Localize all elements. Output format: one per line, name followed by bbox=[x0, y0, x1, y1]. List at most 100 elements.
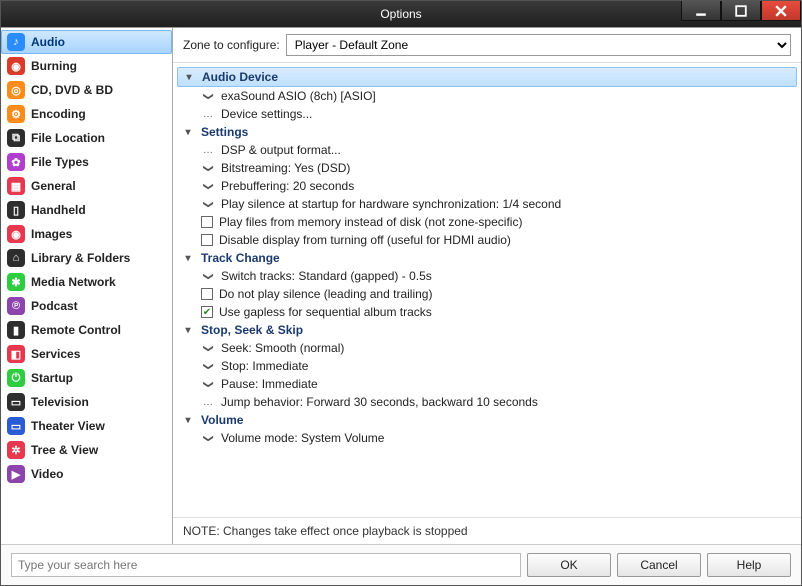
podcast-icon: ℗ bbox=[7, 297, 25, 315]
sidebar-item-label: Video bbox=[31, 467, 63, 481]
sidebar-item-label: File Location bbox=[31, 131, 105, 145]
tree-item-label: Do not play silence (leading and trailin… bbox=[219, 287, 432, 301]
chevron-down-icon: ❯ bbox=[203, 377, 214, 391]
checkbox[interactable] bbox=[201, 288, 213, 300]
search-input[interactable] bbox=[11, 553, 521, 577]
library-icon: ⌂ bbox=[7, 249, 25, 267]
sidebar-item-file-location[interactable]: ⧉File Location bbox=[1, 126, 172, 150]
ok-button[interactable]: OK bbox=[527, 553, 611, 577]
window-controls bbox=[681, 1, 801, 21]
zone-select[interactable]: Player - Default Zone bbox=[286, 34, 791, 56]
burning-icon: ◉ bbox=[7, 57, 25, 75]
section-title: Audio Device bbox=[202, 70, 278, 84]
tree-item[interactable]: …Jump behavior: Forward 30 seconds, back… bbox=[173, 393, 801, 411]
video-icon: ▶ bbox=[7, 465, 25, 483]
collapse-icon: ▾ bbox=[182, 72, 196, 83]
tree-item[interactable]: ❯Stop: Immediate bbox=[173, 357, 801, 375]
sidebar-item-burning[interactable]: ◉Burning bbox=[1, 54, 172, 78]
tree-item-label: Seek: Smooth (normal) bbox=[221, 341, 344, 355]
media-network-icon: ✱ bbox=[7, 273, 25, 291]
sidebar-item-theater-view[interactable]: ▭Theater View bbox=[1, 414, 172, 438]
chevron-down-icon: ❯ bbox=[203, 341, 214, 355]
footer: OK Cancel Help bbox=[1, 544, 801, 585]
tree-item[interactable]: ❯Volume mode: System Volume bbox=[173, 429, 801, 447]
tree-item-label: Play silence at startup for hardware syn… bbox=[221, 197, 561, 211]
sidebar-item-label: Images bbox=[31, 227, 72, 241]
tree-item[interactable]: …Device settings... bbox=[173, 105, 801, 123]
tree-item[interactable]: ❯Bitstreaming: Yes (DSD) bbox=[173, 159, 801, 177]
sidebar-item-library-folders[interactable]: ⌂ Library & Folders bbox=[1, 246, 172, 270]
handheld-icon: ▯ bbox=[7, 201, 25, 219]
section-header[interactable]: ▾ Volume bbox=[173, 411, 801, 429]
tree-item[interactable]: ❯exaSound ASIO (8ch) [ASIO] bbox=[173, 87, 801, 105]
sidebar-item-file-types[interactable]: ✿ File Types bbox=[1, 150, 172, 174]
sidebar-item-label: General bbox=[31, 179, 76, 193]
sidebar-item-label: Theater View bbox=[31, 419, 105, 433]
note: NOTE: Changes take effect once playback … bbox=[173, 517, 801, 544]
ellipsis-icon: … bbox=[201, 109, 215, 120]
sidebar-item-cd-dvd-bd[interactable]: ◎CD, DVD & BD bbox=[1, 78, 172, 102]
sidebar-item-images[interactable]: ◉Images bbox=[1, 222, 172, 246]
tree-item[interactable]: Do not play silence (leading and trailin… bbox=[173, 285, 801, 303]
maximize-button[interactable] bbox=[721, 1, 761, 21]
sidebar-item-label: Encoding bbox=[31, 107, 86, 121]
collapse-icon: ▾ bbox=[181, 415, 195, 426]
sidebar-item-media-network[interactable]: ✱Media Network bbox=[1, 270, 172, 294]
section-header[interactable]: ▾Settings bbox=[173, 123, 801, 141]
general-icon: ▦ bbox=[7, 177, 25, 195]
titlebar: Options bbox=[1, 1, 801, 27]
encoding-icon: ⚙ bbox=[7, 105, 25, 123]
tree-item[interactable]: ❯ Switch tracks: Standard (gapped) - 0.5s bbox=[173, 267, 801, 285]
sidebar-item-label: Television bbox=[31, 395, 89, 409]
close-button[interactable] bbox=[761, 1, 801, 21]
tree-item[interactable]: …DSP & output format... bbox=[173, 141, 801, 159]
sidebar-item-label: Audio bbox=[31, 35, 65, 49]
minimize-button[interactable] bbox=[681, 1, 721, 21]
sidebar: ♪Audio◉Burning◎CD, DVD & BD ⚙ Encoding ⧉Fil… bbox=[1, 28, 173, 544]
tree-item[interactable]: ❯Prebuffering: 20 seconds bbox=[173, 177, 801, 195]
sidebar-item-remote-control[interactable]: ▮Remote Control bbox=[1, 318, 172, 342]
tree-item[interactable]: ✔Use gapless for sequential album tracks bbox=[173, 303, 801, 321]
zone-label: Zone to configure: bbox=[183, 38, 280, 52]
sidebar-item-general[interactable]: ▦ General bbox=[1, 174, 172, 198]
chevron-down-icon: ❯ bbox=[203, 269, 214, 283]
sidebar-item-label: Library & Folders bbox=[31, 251, 130, 265]
disc-icon: ◎ bbox=[7, 81, 25, 99]
sidebar-item-encoding[interactable]: ⚙ Encoding bbox=[1, 102, 172, 126]
settings-tree[interactable]: ▾ Audio Device ❯exaSound ASIO (8ch) [ASIO]… bbox=[173, 63, 801, 517]
startup-icon: ⏻ bbox=[7, 369, 25, 387]
section-header[interactable]: ▾Stop, Seek & Skip bbox=[173, 321, 801, 339]
cancel-button[interactable]: Cancel bbox=[617, 553, 701, 577]
tree-item[interactable]: Play files from memory instead of disk (… bbox=[173, 213, 801, 231]
tree-item[interactable]: ❯ Seek: Smooth (normal) bbox=[173, 339, 801, 357]
chevron-down-icon: ❯ bbox=[203, 431, 214, 445]
sidebar-item-label: Podcast bbox=[31, 299, 78, 313]
file-types-icon: ✿ bbox=[7, 153, 25, 171]
tree-item-label: Stop: Immediate bbox=[221, 359, 308, 373]
sidebar-item-television[interactable]: ▭Television bbox=[1, 390, 172, 414]
tree-item[interactable]: Disable display from turning off (useful… bbox=[173, 231, 801, 249]
sidebar-item-audio[interactable]: ♪Audio bbox=[1, 30, 172, 54]
tree-item-label: Switch tracks: Standard (gapped) - 0.5s bbox=[221, 269, 432, 283]
sidebar-item-label: File Types bbox=[31, 155, 89, 169]
help-button[interactable]: Help bbox=[707, 553, 791, 577]
section-header[interactable]: ▾Track Change bbox=[173, 249, 801, 267]
tree-view-icon: ✲ bbox=[7, 441, 25, 459]
sidebar-item-video[interactable]: ▶ Video bbox=[1, 462, 172, 486]
tree-item[interactable]: ❯ Play silence at startup for hardware sy… bbox=[173, 195, 801, 213]
tree-item[interactable]: ❯Pause: Immediate bbox=[173, 375, 801, 393]
section-title: Settings bbox=[201, 125, 248, 139]
sidebar-item-tree-view[interactable]: ✲Tree & View bbox=[1, 438, 172, 462]
section-title: Volume bbox=[201, 413, 243, 427]
sidebar-item-handheld[interactable]: ▯Handheld bbox=[1, 198, 172, 222]
sidebar-item-startup[interactable]: ⏻Startup bbox=[1, 366, 172, 390]
section-header[interactable]: ▾ Audio Device bbox=[177, 67, 797, 87]
sidebar-item-services[interactable]: ◧Services bbox=[1, 342, 172, 366]
checkbox[interactable] bbox=[201, 216, 213, 228]
zone-row: Zone to configure: Player - Default Zone bbox=[173, 28, 801, 63]
chevron-down-icon: ❯ bbox=[203, 197, 214, 211]
ellipsis-icon: … bbox=[201, 145, 215, 156]
checkbox[interactable]: ✔ bbox=[201, 306, 213, 318]
checkbox[interactable] bbox=[201, 234, 213, 246]
sidebar-item-podcast[interactable]: ℗ Podcast bbox=[1, 294, 172, 318]
